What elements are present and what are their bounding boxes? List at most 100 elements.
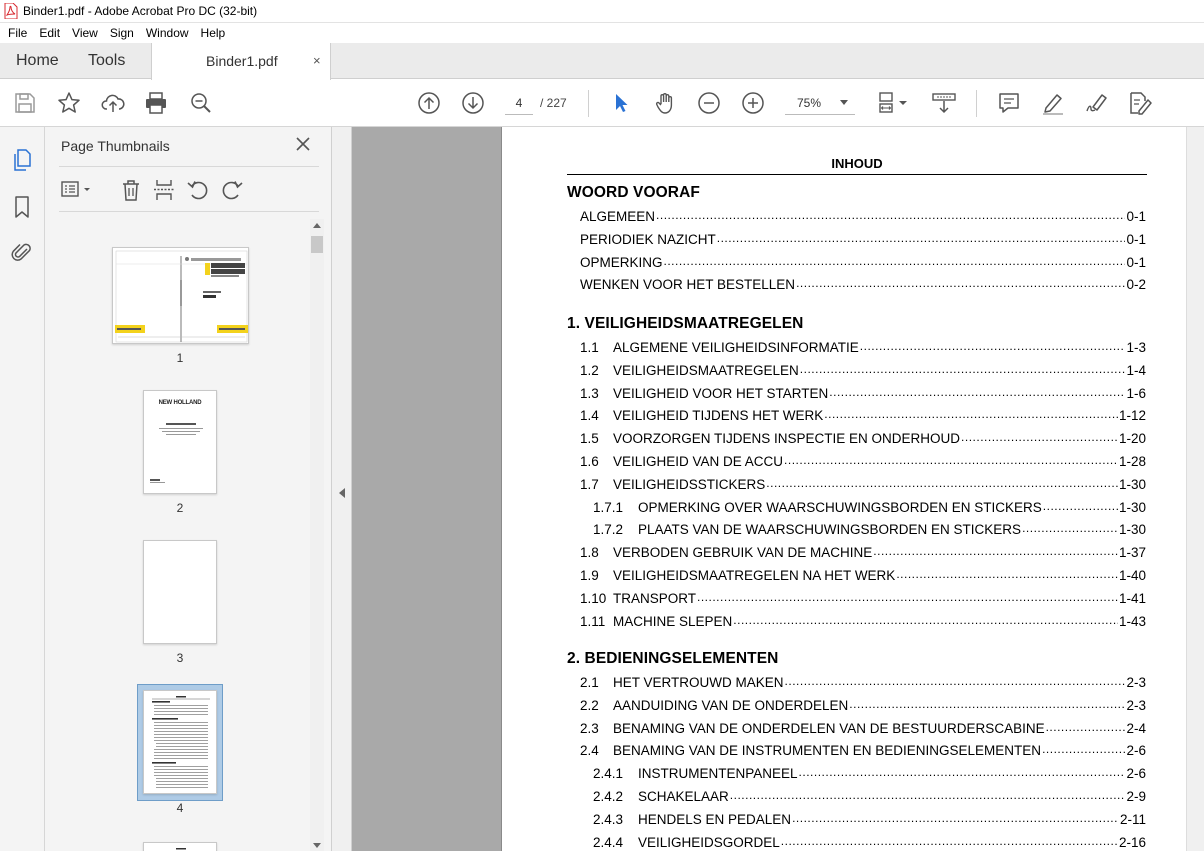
chevron-down-icon[interactable] [897,91,909,115]
toc-entry[interactable]: 1.7.1 OPMERKING OVER WAARSCHUWINGSBORDEN … [593,498,1146,516]
page-thumbnail-3[interactable] [143,540,217,644]
close-icon[interactable] [294,135,312,153]
panel-title: Page Thumbnails [61,138,170,154]
toc-entry[interactable]: 1.7.2 PLAATS VAN DE WAARSCHUWINGSBORDEN E… [593,520,1146,538]
highlight-pen-icon[interactable] [1041,91,1065,115]
toc-dot-leader [849,696,1125,710]
save-icon[interactable] [13,91,37,115]
page-number-input[interactable] [505,91,533,115]
toc-entry[interactable]: 2.4.4 VEILIGHEIDSGORDEL 2-16 [593,833,1146,851]
toc-entry-number: 1.3 [580,386,599,401]
scroll-mode-icon[interactable] [932,91,956,115]
toc-dot-leader [800,361,1126,375]
page-thumbnail-number: 4 [176,801,184,815]
thumbnail-scrollbar[interactable] [310,219,324,851]
toc-entry[interactable]: 2.3 BENAMING VAN DE ONDERDELEN VAN DE BES… [580,719,1146,737]
toc-entry[interactable]: 1.1 ALGEMENE VEILIGHEIDSINFORMATIE 1-3 [580,338,1146,356]
toc-entry-page: 1-28 [1118,454,1146,469]
collapse-left-icon[interactable] [339,488,345,498]
toc-entry[interactable]: 2.4 BENAMING VAN DE INSTRUMENTEN EN BEDIE… [580,741,1146,759]
document-view[interactable]: INHOUDWOORD VOORAFALGEMEEN0-1PERIODIEK N… [352,127,1186,851]
toc-entry[interactable]: 2.4.3 HENDELS EN PEDALEN 2-11 [593,810,1146,828]
tab-document-label: Binder1.pdf [206,53,278,69]
delete-icon[interactable] [119,178,143,202]
toc-entry[interactable]: 1.11 MACHINE SLEPEN 1-43 [580,612,1146,630]
toc-entry[interactable]: 2.1 HET VERTROUWD MAKEN 2-3 [580,673,1146,691]
toc-entry[interactable]: 1.4 VEILIGHEID TIJDENS HET WERK 1-12 [580,406,1146,424]
document-scrollbar[interactable] [1186,127,1204,851]
zoom-in-icon[interactable] [741,91,765,115]
toc-entry[interactable]: 1.10 TRANSPORT 1-41 [580,589,1146,607]
comment-icon[interactable] [997,91,1021,115]
menu-file[interactable]: File [2,23,33,43]
toc-entry-number: 1.10 [580,591,607,606]
options-menu-icon[interactable] [59,178,93,202]
toc-entry-title: PLAATS VAN DE WAARSCHUWINGSBORDEN EN STI… [638,522,1022,537]
print-icon[interactable] [144,91,168,115]
menu-sign[interactable]: Sign [104,23,140,43]
toc-entry[interactable]: 1.3 VEILIGHEID VOOR HET STARTEN 1-6 [580,384,1146,402]
toc-section-title: 1. VEILIGHEIDSMAATREGELEN [567,315,804,332]
toc-entry-number: 2.3 [580,721,599,736]
toc-entry[interactable]: 1.9 VEILIGHEIDSMAATREGELEN NA HET WERK 1-4… [580,566,1146,584]
toc-entry[interactable]: 2.4.2 SCHAKELAAR 2-9 [593,787,1146,805]
scroll-down-icon[interactable] [313,843,321,848]
tab-home[interactable]: Home [16,43,59,79]
select-arrow-icon[interactable] [609,91,633,115]
menu-help[interactable]: Help [195,23,232,43]
split-icon[interactable] [152,178,176,202]
toc-entry[interactable]: 1.5 VOORZORGEN TIJDENS INSPECTIE EN ONDER… [580,429,1146,447]
toc-entry[interactable]: 1.8 VERBODEN GEBRUIK VAN DE MACHINE 1-37 [580,543,1146,561]
page-thumbnail-4[interactable] [143,690,217,794]
menu-window[interactable]: Window [140,23,195,43]
edit-pdf-icon[interactable] [1128,91,1152,115]
page-thumbnail-2[interactable]: NEW HOLLAND [143,390,217,494]
toc-entry-number: 2.4.3 [593,812,624,827]
toc-entry[interactable]: OPMERKING 0-1 [580,253,1146,271]
toc-dot-leader [730,787,1126,801]
toc-entry[interactable]: 1.6 VEILIGHEID VAN DE ACCU 1-28 [580,452,1146,470]
zoom-out-icon[interactable] [697,91,721,115]
zoom-dropdown[interactable]: 75% [785,91,855,115]
page-up-icon[interactable] [417,91,441,115]
page-thumbnail-1[interactable] [112,247,249,344]
tab-close-icon[interactable]: × [313,43,321,79]
toc-dot-leader [799,764,1126,778]
zoom-search-icon[interactable] [189,91,213,115]
toc-entry-page: 1-30 [1118,500,1146,515]
toc-entry[interactable]: ALGEMEEN 0-1 [580,207,1146,225]
toc-entry-page: 0-1 [1126,232,1146,247]
menu-edit[interactable]: Edit [33,23,66,43]
toc-dot-leader [961,429,1118,443]
bookmark-star-icon[interactable] [57,91,81,115]
page-thumbnails-icon[interactable] [10,148,34,172]
hand-icon[interactable] [653,91,677,115]
toc-entry-number: 2.4.2 [593,789,624,804]
panel-collapse-strip[interactable] [332,127,352,851]
bookmarks-icon[interactable] [10,195,34,219]
toc-entry[interactable]: WENKEN VOOR HET BESTELLEN 0-2 [580,275,1146,293]
toc-entry[interactable]: 2.4.1 INSTRUMENTENPANEEL 2-6 [593,764,1146,782]
tab-document[interactable]: Binder1.pdf × [151,43,331,80]
page-thumbnail-5[interactable] [143,842,217,851]
toc-dot-leader [697,589,1118,603]
toc-entry-page: 1-30 [1118,522,1146,537]
page-thumbnail-number: 2 [176,501,184,515]
attachments-icon[interactable] [10,240,34,264]
toc-entry-title: VEILIGHEIDSGORDEL [638,835,780,850]
toc-entry[interactable]: 2.2 AANDUIDING VAN DE ONDERDELEN 2-3 [580,696,1146,714]
sign-icon[interactable] [1085,91,1109,115]
upload-cloud-icon[interactable] [101,91,125,115]
tab-tools[interactable]: Tools [88,43,125,79]
menu-view[interactable]: View [66,23,104,43]
toc-entry[interactable]: 1.2 VEILIGHEIDSMAATREGELEN 1-4 [580,361,1146,379]
toc-dot-leader [896,566,1118,580]
rotate-cw-icon[interactable] [220,178,244,202]
page-down-icon[interactable] [461,91,485,115]
toc-entry-title: AANDUIDING VAN DE ONDERDELEN [613,698,849,713]
scrollbar-handle[interactable] [311,236,323,253]
rotate-ccw-icon[interactable] [186,178,210,202]
toc-entry[interactable]: 1.7 VEILIGHEIDSSTICKERS 1-30 [580,475,1146,493]
scroll-up-icon[interactable] [313,223,321,228]
toc-entry[interactable]: PERIODIEK NAZICHT 0-1 [580,230,1146,248]
